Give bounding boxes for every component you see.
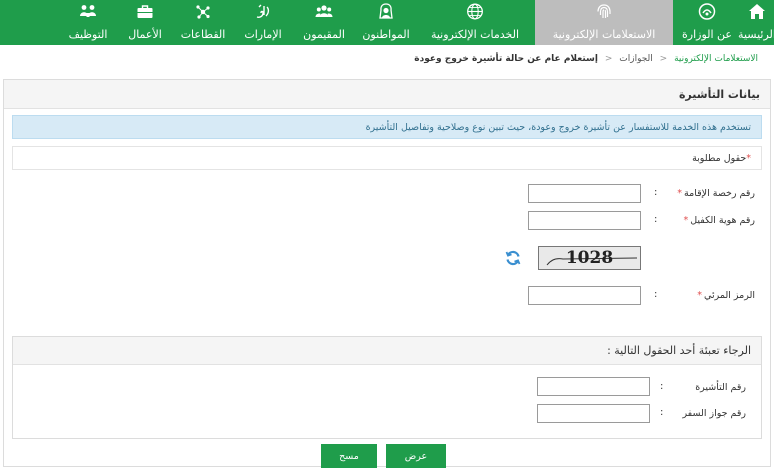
visa-number-input[interactable]	[537, 377, 650, 396]
nav-label: عن الوزارة	[682, 28, 732, 41]
fingerprint-icon	[595, 3, 613, 20]
nav-label: القطاعات	[180, 28, 226, 41]
citizen-icon	[377, 3, 395, 20]
globe-icon	[466, 3, 484, 20]
nav-home[interactable]: الرئيسية	[738, 0, 774, 45]
nav-label: التوظيف	[68, 28, 108, 41]
required-fields-note: * حقول مطلوبة	[12, 146, 762, 170]
captcha-code-input[interactable]	[528, 286, 641, 305]
sponsor-id-label-text: رقم هوية الكفيل	[690, 215, 755, 226]
required-star: *	[746, 152, 751, 164]
required-note-text: حقول مطلوبة	[692, 152, 747, 164]
required-star: *	[677, 188, 683, 199]
network-icon	[194, 3, 212, 20]
clear-button[interactable]: مسح	[321, 444, 377, 468]
breadcrumb-separator: <	[604, 54, 613, 64]
captcha-code-label-text: الرمز المرئي	[704, 290, 755, 301]
home-icon	[748, 3, 766, 20]
required-star: *	[697, 290, 703, 301]
breadcrumb-separator: <	[659, 54, 668, 64]
sponsor-id-input[interactable]	[528, 211, 641, 230]
breadcrumb-current: إستعلام عام عن حالة تأشيرة خروج وعودة	[414, 54, 598, 64]
breadcrumb-section[interactable]: الجوازات	[619, 54, 653, 64]
field-colon: :	[660, 381, 664, 392]
sponsor-id-label: رقم هوية الكفيل*	[681, 215, 755, 226]
residence-permit-label: رقم رخصة الإقامة*	[675, 188, 755, 199]
passport-number-input[interactable]	[537, 404, 650, 423]
nav-emirates[interactable]: الإمارات	[235, 0, 291, 45]
briefcase-icon	[136, 3, 154, 20]
nav-label: الرئيسية	[738, 28, 774, 41]
passport-number-label: رقم جواز السفر	[682, 408, 746, 419]
nav-label: المواطنون	[362, 28, 410, 41]
show-button[interactable]: عرض	[386, 444, 446, 468]
nav-label: الأعمال	[128, 28, 162, 41]
optional-fields-section: الرجاء تعبئة أحد الحقول التالية : رقم ال…	[12, 336, 762, 439]
nav-employment[interactable]: التوظيف	[61, 0, 115, 45]
section-header: الرجاء تعبئة أحد الحقول التالية :	[13, 337, 761, 365]
calligraphy-icon	[254, 3, 272, 20]
captcha-image: 1028	[538, 246, 641, 270]
info-text: تستخدم هذه الخدمة للاستفسار عن تأشيرة خر…	[365, 121, 751, 133]
main-navigation: الرئيسية عن الوزارة الاستعلامات الإلكترو…	[0, 0, 774, 45]
required-star: *	[683, 215, 689, 226]
nav-label: المقيمون	[303, 28, 345, 41]
nav-label: الإمارات	[244, 28, 282, 41]
refresh-captcha-icon[interactable]	[504, 249, 522, 267]
nav-e-inquiries[interactable]: الاستعلامات الإلكترونية	[535, 0, 673, 45]
breadcrumb-root[interactable]: الاستعلامات الإلكترونية	[674, 54, 758, 64]
field-colon: :	[654, 289, 658, 300]
people-icon	[79, 3, 97, 20]
residence-permit-label-text: رقم رخصة الإقامة	[684, 188, 755, 199]
visa-data-panel: بيانات التأشيرة تستخدم هذه الخدمة للاستف…	[3, 79, 771, 468]
visa-number-label: رقم التأشيرة	[695, 382, 746, 393]
residents-group-icon	[315, 3, 333, 20]
captcha-code-label: الرمز المرئي*	[695, 290, 755, 301]
panel-header: بيانات التأشيرة	[4, 80, 770, 109]
nav-residents[interactable]: المقيمون	[295, 0, 353, 45]
nav-about-ministry[interactable]: عن الوزارة	[677, 0, 737, 45]
nav-e-services[interactable]: الخدمات الإلكترونية	[419, 0, 531, 45]
info-alert: تستخدم هذه الخدمة للاستفسار عن تأشيرة خر…	[12, 115, 762, 139]
captcha-text: 1028	[565, 248, 614, 268]
field-colon: :	[660, 407, 664, 418]
nav-citizens[interactable]: المواطنون	[357, 0, 415, 45]
page-title: بيانات التأشيرة	[678, 87, 760, 101]
residence-permit-input[interactable]	[528, 184, 641, 203]
ministry-emblem-icon	[698, 3, 716, 20]
field-colon: :	[654, 187, 658, 198]
field-colon: :	[654, 214, 658, 225]
nav-label: الخدمات الإلكترونية	[430, 28, 520, 41]
nav-business[interactable]: الأعمال	[119, 0, 171, 45]
nav-label: الاستعلامات الإلكترونية	[552, 28, 656, 41]
nav-sectors[interactable]: القطاعات	[175, 0, 231, 45]
section-title: الرجاء تعبئة أحد الحقول التالية :	[607, 344, 751, 357]
breadcrumb: الاستعلامات الإلكترونية < الجوازات < إست…	[414, 54, 758, 64]
